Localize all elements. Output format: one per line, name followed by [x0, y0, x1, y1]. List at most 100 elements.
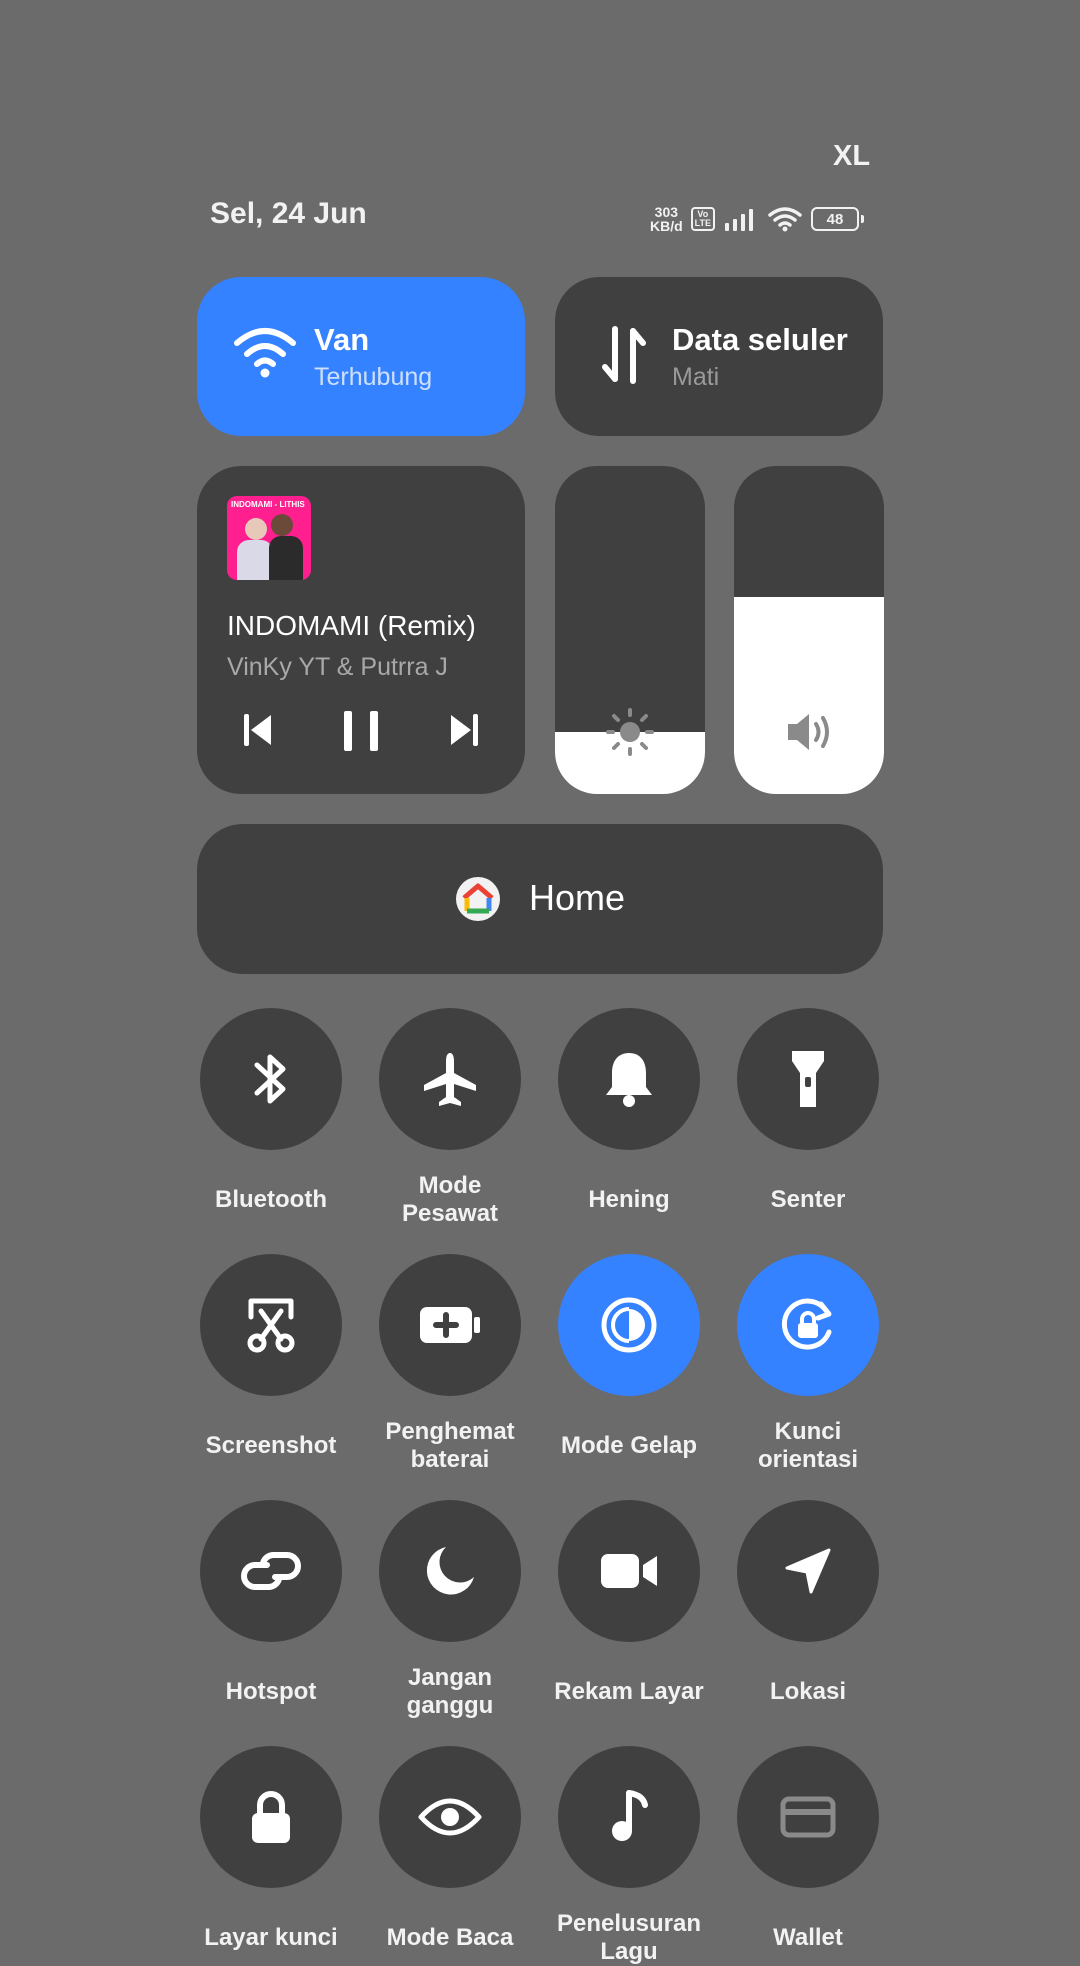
toggle-label: Senter [770, 1186, 846, 1213]
music-note-icon [609, 1789, 649, 1845]
toggle-eye[interactable]: Mode Baca [360, 1746, 540, 1952]
toggle-moon[interactable]: Jangan ganggu [360, 1500, 540, 1720]
toggle-location-arrow[interactable]: Lokasi [718, 1500, 898, 1706]
date-label: Sel, 24 Jun [210, 197, 367, 230]
toggle-label: Mode Baca [386, 1924, 514, 1951]
toggle-video-camera-button[interactable] [558, 1500, 700, 1642]
wifi-tile[interactable]: Van Terhubung [197, 277, 525, 436]
toggle-wallet[interactable]: Wallet [718, 1746, 898, 1952]
toggle-label: Bluetooth [215, 1186, 327, 1213]
toggle-music-note-button[interactable] [558, 1746, 700, 1888]
toggle-bluetooth-button[interactable] [200, 1008, 342, 1150]
toggle-bell[interactable]: Hening [539, 1008, 719, 1214]
home-button[interactable]: Home [197, 824, 883, 974]
toggle-label: Wallet [773, 1924, 843, 1951]
toggle-location-arrow-button[interactable] [737, 1500, 879, 1642]
toggle-label: Jangan ganggu [406, 1664, 494, 1719]
mobile-data-status: Mati [672, 363, 720, 391]
toggle-airplane-button[interactable] [379, 1008, 521, 1150]
toggle-label: Penelusuran Lagu [556, 1910, 702, 1965]
track-artist: VinKy YT & Putrra J [227, 653, 448, 681]
battery-indicator: 48 [811, 207, 865, 231]
media-player-tile[interactable]: INDOMAMI - LITHIS INDOMAMI (Remix) VinKy… [197, 466, 525, 794]
rotation-lock-icon [777, 1294, 839, 1356]
toggle-link[interactable]: Hotspot [181, 1500, 361, 1706]
previous-track-icon[interactable] [243, 712, 273, 748]
carrier-name: XL [833, 140, 871, 172]
bluetooth-icon [247, 1049, 295, 1109]
toggle-video-camera[interactable]: Rekam Layar [539, 1500, 719, 1706]
toggle-label: Penghemat baterai [385, 1418, 515, 1473]
status-icons: 303 KB/d Vo LTE 48 [650, 202, 865, 236]
volume-slider[interactable] [734, 466, 884, 794]
network-speed: 303 KB/d [650, 205, 683, 233]
toggle-flashlight[interactable]: Senter [718, 1008, 898, 1214]
toggle-lock-button[interactable] [200, 1746, 342, 1888]
toggle-battery-plus-button[interactable] [379, 1254, 521, 1396]
mobile-data-tile[interactable]: Data seluler Mati [555, 277, 883, 436]
toggle-moon-button[interactable] [379, 1500, 521, 1642]
toggle-flashlight-button[interactable] [737, 1008, 879, 1150]
dark-mode-icon [599, 1295, 659, 1355]
volte-bottom: LTE [694, 218, 712, 228]
toggle-link-button[interactable] [200, 1500, 342, 1642]
wallet-icon [780, 1795, 836, 1839]
signal-icon [725, 209, 754, 231]
speaker-icon [788, 714, 829, 750]
toggle-label: Rekam Layar [554, 1678, 704, 1705]
video-camera-icon [599, 1550, 659, 1592]
toggle-label: Layar kunci [204, 1924, 338, 1951]
toggle-rotation-lock-button[interactable] [737, 1254, 879, 1396]
track-title: INDOMAMI (Remix) [227, 610, 476, 641]
data-arrows-icon [602, 326, 646, 384]
toggle-airplane[interactable]: Mode Pesawat [360, 1008, 540, 1228]
battery-plus-icon [418, 1303, 482, 1347]
eye-icon [418, 1795, 482, 1839]
airplane-icon [420, 1049, 480, 1109]
google-home-icon [456, 877, 500, 921]
toggle-battery-plus[interactable]: Penghemat baterai [360, 1254, 540, 1474]
next-track-icon[interactable] [449, 712, 479, 748]
brightness-slider[interactable] [555, 466, 705, 794]
toggle-label: Hotspot [225, 1678, 317, 1705]
scissors-icon [243, 1295, 299, 1355]
toggle-bluetooth[interactable]: Bluetooth [181, 1008, 361, 1214]
toggle-scissors[interactable]: Screenshot [181, 1254, 361, 1460]
volume-fill [734, 597, 884, 794]
volte-icon: Vo LTE [690, 207, 716, 231]
wifi-network-name: Van [314, 322, 370, 357]
toggle-dark-mode-button[interactable] [558, 1254, 700, 1396]
toggle-scissors-button[interactable] [200, 1254, 342, 1396]
bell-icon [602, 1049, 656, 1109]
location-arrow-icon [783, 1546, 833, 1596]
toggle-label: Mode Pesawat [401, 1172, 499, 1227]
toggle-label: Lokasi [769, 1678, 847, 1705]
album-art[interactable]: INDOMAMI - LITHIS [227, 496, 311, 580]
home-label: Home [529, 877, 626, 918]
toggle-bell-button[interactable] [558, 1008, 700, 1150]
wifi-icon [234, 328, 296, 378]
wifi-status-icon [768, 207, 802, 232]
moon-icon [422, 1543, 478, 1599]
pause-icon[interactable] [341, 710, 381, 752]
toggle-dark-mode[interactable]: Mode Gelap [539, 1254, 719, 1460]
toggle-eye-button[interactable] [379, 1746, 521, 1888]
network-speed-value: 303 [654, 204, 679, 220]
network-speed-unit: KB/d [650, 218, 683, 234]
toggle-rotation-lock[interactable]: Kunci orientasi [718, 1254, 898, 1474]
link-icon [239, 1547, 303, 1595]
mobile-data-title: Data seluler [672, 322, 848, 357]
wifi-status: Terhubung [314, 363, 433, 391]
toggle-label: Mode Gelap [560, 1432, 698, 1459]
toggle-label: Hening [588, 1186, 670, 1213]
toggle-wallet-button[interactable] [737, 1746, 879, 1888]
flashlight-icon [788, 1047, 828, 1111]
toggle-music-note[interactable]: Penelusuran Lagu [539, 1746, 719, 1966]
battery-level: 48 [811, 207, 860, 231]
toggle-label: Kunci orientasi [757, 1418, 859, 1473]
lock-icon [249, 1789, 293, 1845]
brightness-icon [606, 708, 654, 756]
album-art-title: INDOMAMI - LITHIS [231, 500, 305, 509]
toggle-lock[interactable]: Layar kunci [181, 1746, 361, 1952]
toggle-label: Screenshot [205, 1432, 337, 1459]
